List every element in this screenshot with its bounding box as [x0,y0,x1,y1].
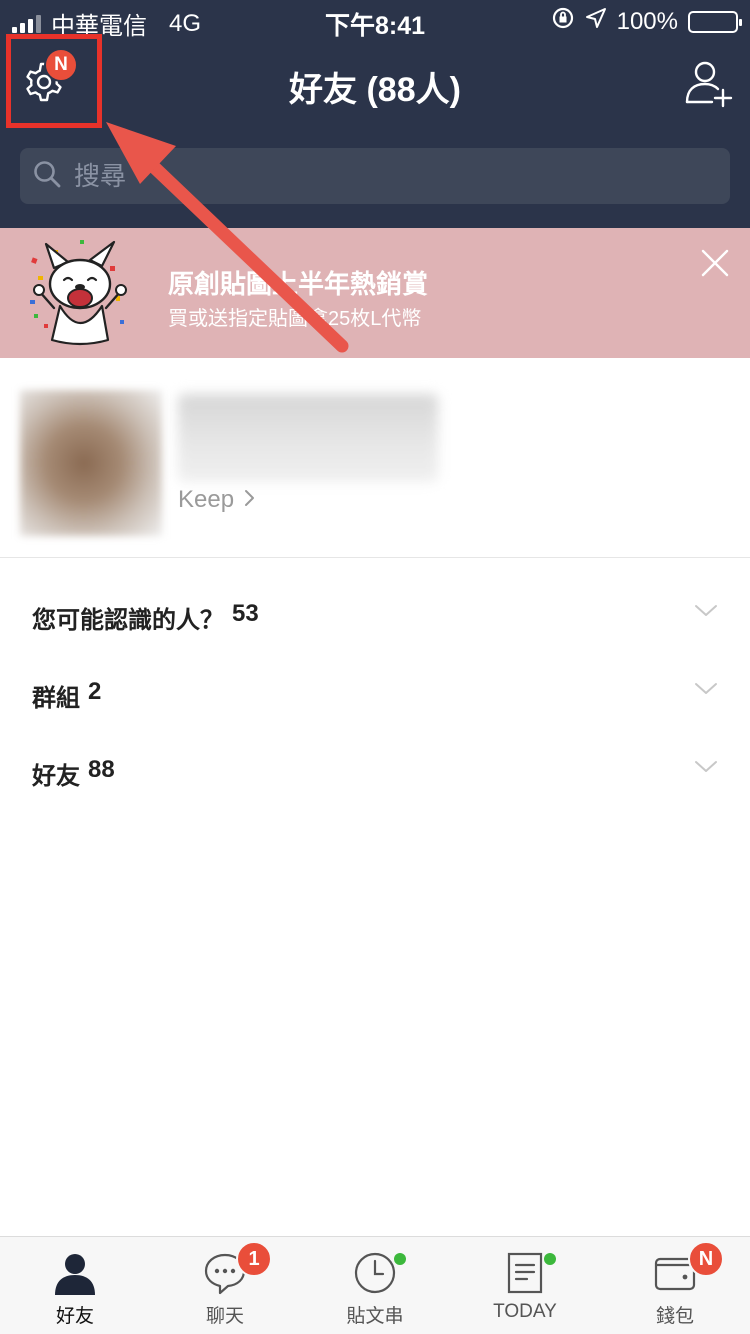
battery-icon [688,10,742,33]
tab-today[interactable]: TODAY [450,1237,600,1334]
tab-label: 聊天 [205,1306,244,1327]
status-right: 100% [551,6,742,37]
section-count: 2 [88,677,102,705]
keep-link[interactable]: Keep [178,486,256,514]
news-document-icon [505,1251,545,1295]
page-title: 好友 (88人) [289,71,461,109]
section-title: 您可能認識的人？ [32,606,224,634]
banner-close-button[interactable] [700,248,730,278]
add-friend-button[interactable] [684,58,734,108]
promo-banner[interactable]: 原創貼圖上半年熱銷賞 買或送指定貼圖拿25枚L代幣 [0,228,750,358]
section-title: 好友 [32,762,80,790]
tab-label: 貼文串 [346,1306,404,1327]
chevron-down-icon[interactable] [694,760,718,779]
search-input[interactable] [74,160,674,192]
tab-timeline[interactable]: 貼文串 [300,1237,450,1334]
section-people-you-may-know[interactable]: 您可能認識的人？ 53 [0,578,750,656]
section-title: 群組 [32,684,80,712]
banner-subtitle: 買或送指定貼圖拿25枚L代幣 [168,308,422,330]
section-count: 53 [232,599,259,627]
close-icon [700,249,730,282]
location-arrow-icon [585,7,607,36]
tab-label: TODAY [493,1301,557,1322]
keep-label: Keep [178,486,235,513]
clock-icon [353,1251,397,1295]
tab-friends[interactable]: 好友 [0,1237,150,1334]
section-friends[interactable]: 好友 88 [0,734,750,812]
rotation-lock-icon [551,6,575,37]
header: N 好友 (88人) [0,40,750,132]
chevron-down-icon[interactable] [694,604,718,623]
section-label: 您可能認識的人？ 53 [32,600,259,635]
friends-icon [53,1251,97,1295]
chat-unread-badge: 1 [236,1241,272,1277]
search-icon [32,159,62,194]
tab-label: 好友 [55,1306,94,1327]
today-new-dot [544,1253,556,1265]
status-bar: 中華電信 4G 下午8:41 100% [0,0,750,40]
chevron-right-icon [244,486,256,514]
chevron-down-icon[interactable] [694,682,718,701]
tab-chat[interactable]: 1 聊天 [150,1237,300,1334]
section-groups[interactable]: 群組 2 [0,656,750,734]
section-label: 好友 88 [32,756,115,791]
battery-percent: 100% [616,7,678,35]
tab-bar: 好友 1 聊天 貼文串 TODAY N 錢包 [0,1236,750,1334]
tab-wallet[interactable]: N 錢包 [600,1237,750,1334]
wallet-new-badge: N [688,1241,724,1277]
settings-highlight-box [6,34,102,128]
section-count: 88 [88,755,115,783]
profile-name-blurred [178,394,438,482]
avatar[interactable] [20,390,162,536]
bulldog-sticker-image [24,236,134,350]
section-label: 群組 2 [32,678,101,713]
timeline-new-dot [394,1253,406,1265]
top-bar: 中華電信 4G 下午8:41 100% N 好友 (88人) 搜尋 [0,0,750,228]
tab-label: 錢包 [655,1306,694,1327]
add-friend-icon [684,61,734,112]
search-bar[interactable] [20,148,730,204]
banner-title: 原創貼圖上半年熱銷賞 [168,269,429,299]
my-profile-row[interactable]: Keep [0,358,750,558]
